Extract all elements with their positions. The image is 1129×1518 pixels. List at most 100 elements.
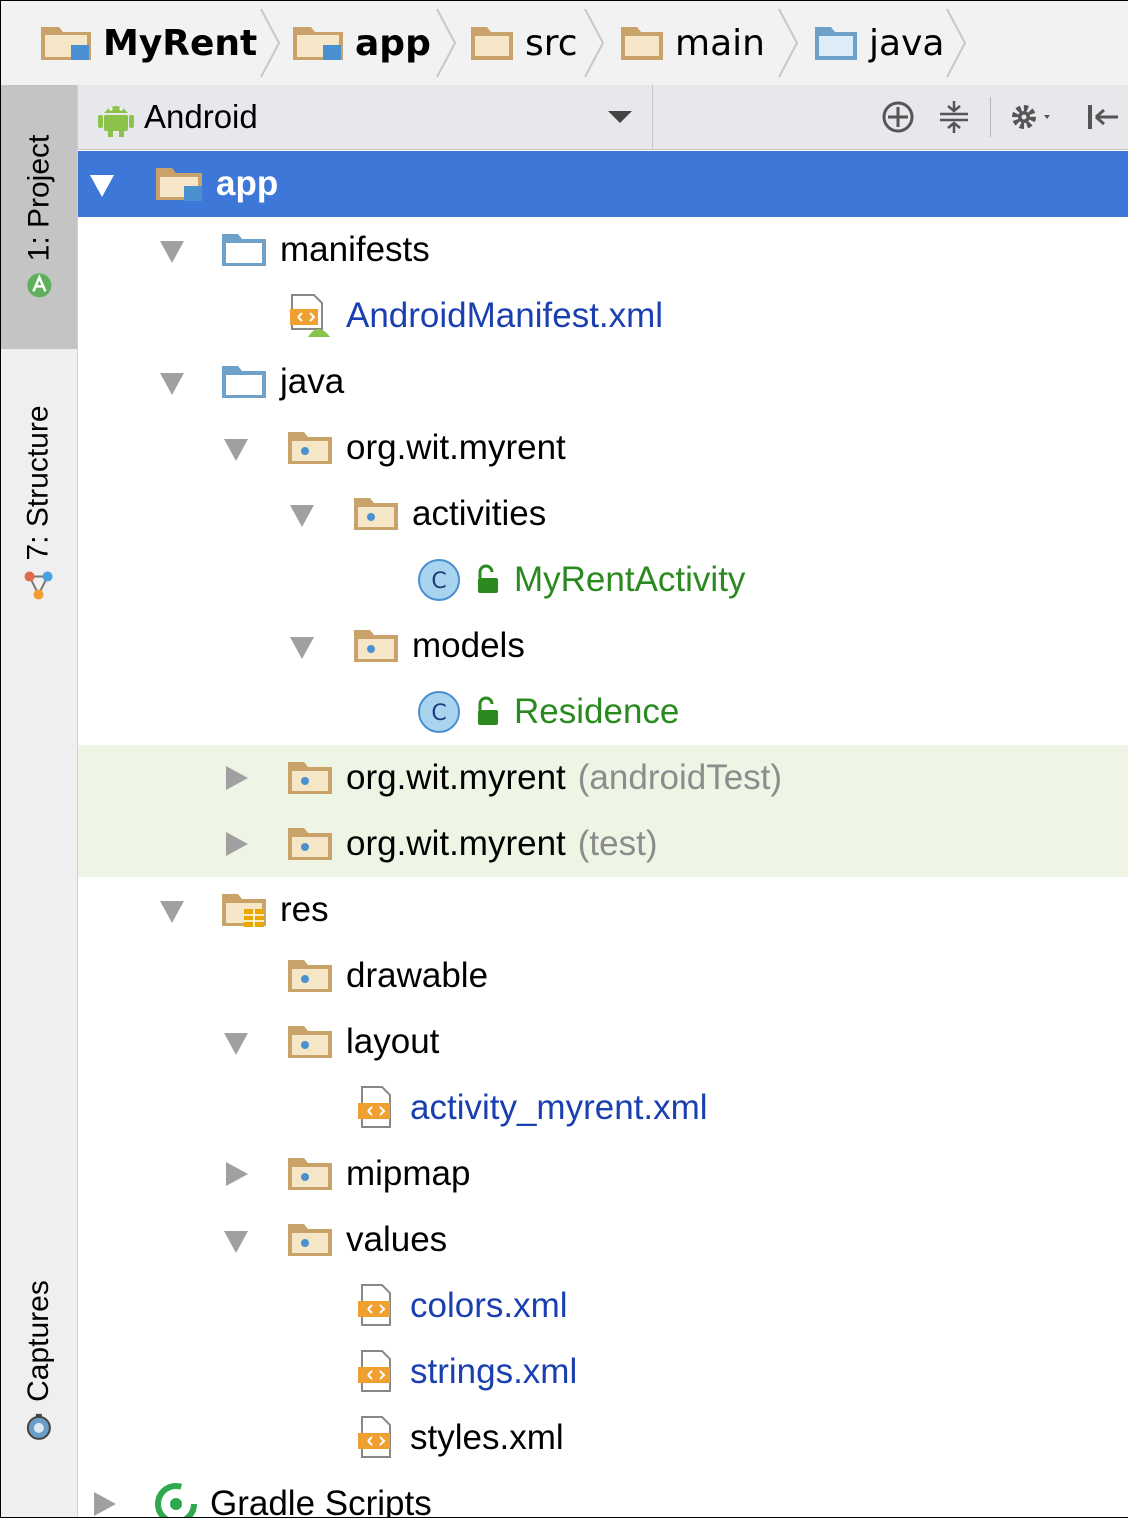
- expand-arrow-icon[interactable]: [290, 637, 314, 659]
- tool-window-strip: 1: Project 7: Structure Captures: [1, 85, 78, 1517]
- xml-file-icon: [358, 1350, 391, 1392]
- tree-node-gradle-scripts[interactable]: Gradle Scripts: [78, 1471, 1128, 1517]
- package-icon: [288, 1026, 332, 1058]
- public-access-icon: [478, 696, 498, 725]
- tree-node-values[interactable]: values: [78, 1207, 1128, 1273]
- breadcrumb-item-app[interactable]: app: [291, 1, 431, 85]
- resources-folder-icon: [222, 894, 266, 927]
- package-icon: [288, 1158, 332, 1190]
- collapse-arrow-icon[interactable]: [226, 1162, 248, 1186]
- class-icon: C: [418, 559, 460, 601]
- tree-node-mipmap[interactable]: mipmap: [78, 1141, 1128, 1207]
- expand-arrow-icon[interactable]: [160, 901, 184, 923]
- module-folder-icon: [293, 27, 343, 60]
- tree-node-res[interactable]: res: [78, 877, 1128, 943]
- tree-node-label: strings.xml: [410, 1352, 578, 1391]
- tree-node-label: manifests: [280, 230, 430, 269]
- tree-node-manifests[interactable]: manifests: [78, 217, 1128, 283]
- settings-icon[interactable]: [1006, 99, 1058, 135]
- tree-node-java[interactable]: java: [78, 349, 1128, 415]
- folder-icon: [621, 27, 663, 60]
- expand-arrow-icon[interactable]: [224, 1231, 248, 1253]
- source-folder-icon: [222, 366, 266, 398]
- chevron-down-icon: [608, 111, 632, 123]
- svg-text:C: C: [431, 701, 446, 726]
- breadcrumb-item-src[interactable]: src: [469, 1, 578, 85]
- source-folder-icon: [815, 27, 857, 60]
- module-folder-icon: [156, 168, 202, 201]
- expand-arrow-icon[interactable]: [224, 439, 248, 461]
- xml-file-icon: [358, 1086, 391, 1128]
- package-icon: [354, 498, 398, 530]
- collapse-arrow-icon[interactable]: [94, 1492, 116, 1516]
- expand-arrow-icon[interactable]: [90, 175, 114, 197]
- tree-node-package-test[interactable]: org.wit.myrent (test): [78, 811, 1128, 877]
- tree-node-android-manifest[interactable]: AndroidManifest.xml: [78, 283, 1128, 349]
- expand-arrow-icon[interactable]: [160, 241, 184, 263]
- captures-icon: [27, 1413, 52, 1440]
- hide-icon[interactable]: [1084, 99, 1124, 135]
- expand-arrow-icon[interactable]: [290, 505, 314, 527]
- tree-node-label: res: [280, 890, 329, 929]
- collapse-arrow-icon[interactable]: [226, 766, 248, 790]
- package-icon: [288, 762, 332, 794]
- breadcrumb-label: app: [355, 22, 431, 64]
- structure-icon: [25, 571, 54, 600]
- tab-captures-label: Captures: [22, 1280, 56, 1402]
- folder-icon: [471, 27, 513, 60]
- breadcrumb-item-main[interactable]: main: [619, 1, 765, 85]
- folder-icon: [222, 234, 266, 266]
- tree-node-colors-xml[interactable]: colors.xml: [78, 1273, 1128, 1339]
- tree-node-residence[interactable]: C Residence: [78, 679, 1128, 745]
- tab-project-label: 1: Project: [22, 134, 56, 262]
- tree-node-label: values: [346, 1220, 448, 1259]
- public-access-icon: [478, 564, 498, 593]
- breadcrumb-label: MyRent: [103, 22, 258, 64]
- breadcrumb-separator-icon: [260, 8, 281, 78]
- tree-node-label: mipmap: [346, 1154, 471, 1193]
- tree-node-package-main[interactable]: org.wit.myrent: [78, 415, 1128, 481]
- collapse-arrow-icon[interactable]: [226, 832, 248, 856]
- tree-node-label: AndroidManifest.xml: [346, 296, 664, 335]
- module-folder-icon: [41, 27, 91, 60]
- breadcrumb-item-java[interactable]: java: [813, 1, 944, 85]
- tree-node-models[interactable]: models: [78, 613, 1128, 679]
- package-icon: [288, 960, 332, 992]
- tree-node-package-android-test[interactable]: org.wit.myrent (androidTest): [78, 745, 1128, 811]
- package-icon: [288, 828, 332, 860]
- collapse-all-icon[interactable]: [934, 99, 974, 135]
- package-icon: [354, 630, 398, 662]
- tree-node-label: activity_myrent.xml: [410, 1088, 708, 1127]
- android-studio-icon: [27, 273, 52, 298]
- source-set-suffix: (androidTest): [577, 758, 783, 797]
- project-tool-window: MyRent app src main java 1: Project 7: S…: [0, 0, 1128, 1518]
- tree-node-app[interactable]: app: [78, 151, 1128, 217]
- tree-node-myrent-activity[interactable]: C MyRentActivity: [78, 547, 1128, 613]
- tab-structure[interactable]: 7: Structure: [1, 373, 77, 633]
- expand-arrow-icon[interactable]: [160, 373, 184, 395]
- expand-arrow-icon[interactable]: [224, 1033, 248, 1055]
- tab-project[interactable]: 1: Project: [1, 85, 77, 349]
- locate-icon[interactable]: [878, 99, 918, 135]
- tree-node-label: MyRentActivity: [514, 560, 746, 599]
- breadcrumb: MyRent app src main java: [1, 1, 1128, 86]
- tree-node-label: colors.xml: [410, 1286, 568, 1325]
- tree-node-activities[interactable]: activities: [78, 481, 1128, 547]
- tree-node-activity-myrent-xml[interactable]: activity_myrent.xml: [78, 1075, 1128, 1141]
- tree-node-layout[interactable]: layout: [78, 1009, 1128, 1075]
- tree-node-label: models: [412, 626, 525, 665]
- tree-node-label: drawable: [346, 956, 489, 995]
- breadcrumb-item-myrent[interactable]: MyRent: [39, 1, 257, 85]
- class-icon: C: [418, 691, 460, 733]
- tree-node-styles-xml[interactable]: styles.xml: [78, 1405, 1128, 1471]
- manifest-file-icon: [290, 294, 330, 337]
- breadcrumb-separator-icon: [436, 8, 457, 78]
- tree-node-label: Residence: [514, 692, 680, 731]
- svg-text:C: C: [431, 569, 446, 594]
- tree-node-drawable[interactable]: drawable: [78, 943, 1128, 1009]
- tab-captures[interactable]: Captures: [1, 1251, 77, 1471]
- view-mode-dropdown[interactable]: Android: [78, 85, 653, 149]
- tree-node-strings-xml[interactable]: strings.xml: [78, 1339, 1128, 1405]
- tree-node-label: java: [280, 362, 345, 401]
- tab-structure-label: 7: Structure: [22, 405, 56, 561]
